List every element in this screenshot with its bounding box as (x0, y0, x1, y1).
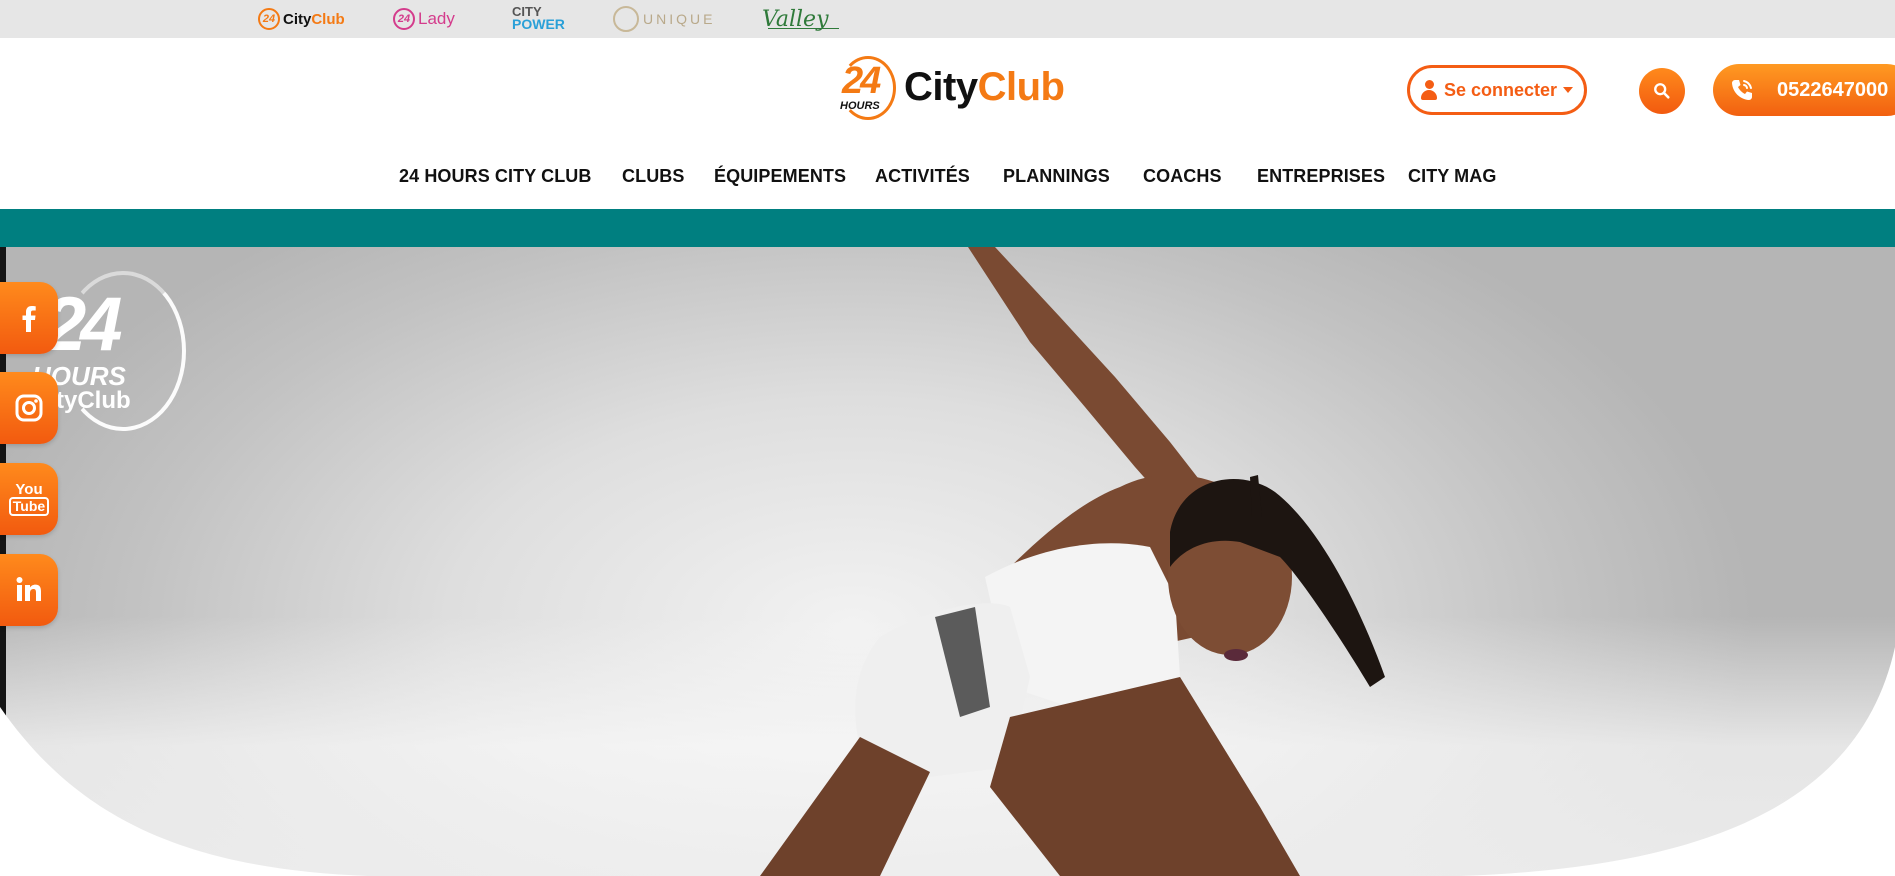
brand-name-club: Club (311, 10, 345, 28)
brand-name-lady: Lady (418, 9, 455, 28)
phone-icon (1732, 80, 1752, 100)
facebook-icon (22, 306, 36, 332)
search-button[interactable] (1639, 68, 1685, 114)
nav-item-plannings[interactable]: PLANNINGS (1003, 166, 1110, 187)
youtube-tube: Tube (8, 497, 50, 516)
logo-text: CityClub (904, 64, 1065, 110)
user-icon (1420, 80, 1437, 100)
nav-item-24-hours-city-club[interactable]: 24 HOURS CITY CLUB (399, 166, 592, 187)
teal-banner (0, 209, 1895, 247)
logo-24: 24 (842, 60, 881, 102)
caret-down-icon (1563, 87, 1574, 93)
brand-link-cityclub[interactable]: 24 City Club (258, 5, 345, 33)
brand-link-unique[interactable]: UNIQUE (613, 5, 715, 33)
unique-ring-icon (613, 6, 639, 32)
brand-name-valley: Valley (762, 6, 829, 32)
brand-bar: 24 City Club 24 Lady CITY POWER UNIQUE Va… (0, 0, 1895, 38)
nav-item-city-mag[interactable]: CITY MAG (1408, 166, 1496, 187)
linkedin-icon (16, 577, 41, 601)
instagram-button[interactable] (0, 372, 58, 444)
brand-name-city: City (283, 10, 312, 28)
brand-24-badge: 24 (393, 8, 415, 30)
nav-item-entreprises[interactable]: ENTREPRISES (1257, 166, 1385, 187)
linkedin-button[interactable] (0, 554, 58, 626)
main-nav: 24 HOURS CITY CLUB CLUBS ÉQUIPEMENTS ACT… (0, 166, 1895, 192)
site-logo[interactable]: 24 HOURS CityClub (836, 52, 1065, 122)
logo-city: City (904, 64, 978, 109)
facebook-button[interactable] (0, 282, 58, 354)
phone-button[interactable]: 0522647000 (1713, 64, 1895, 116)
athlete-image (760, 247, 1385, 876)
brand-link-lady[interactable]: 24 Lady (393, 5, 455, 33)
brand-24-badge: 24 (258, 8, 280, 30)
logo-club: Club (977, 64, 1065, 109)
brand-link-citypower[interactable]: CITY POWER (512, 5, 565, 33)
instagram-icon (15, 394, 43, 422)
hero-video[interactable]: 24 HOURS CityClub (0, 247, 1895, 876)
login-label: Se connecter (1443, 79, 1558, 100)
login-button[interactable]: Se connecter (1407, 65, 1587, 115)
nav-item-equipements[interactable]: ÉQUIPEMENTS (714, 166, 846, 187)
youtube-button[interactable]: You Tube (0, 463, 58, 535)
logo-24-badge: 24 HOURS (836, 54, 896, 120)
brand-link-valley[interactable]: Valley (762, 5, 838, 33)
youtube-you: You (15, 481, 43, 498)
nav-item-coachs[interactable]: COACHS (1143, 166, 1222, 187)
nav-item-activites[interactable]: ACTIVITÉS (875, 166, 970, 187)
search-icon (1654, 83, 1670, 99)
logo-hours: HOURS (840, 100, 880, 112)
phone-number: 0522647000 (1777, 78, 1889, 101)
brand-name-power: POWER (512, 16, 565, 32)
youtube-icon: You Tube (8, 481, 50, 516)
nav-item-clubs[interactable]: CLUBS (622, 166, 685, 187)
brand-name-unique: UNIQUE (643, 11, 716, 27)
page: 24 City Club 24 Lady CITY POWER UNIQUE Va… (0, 0, 1895, 876)
